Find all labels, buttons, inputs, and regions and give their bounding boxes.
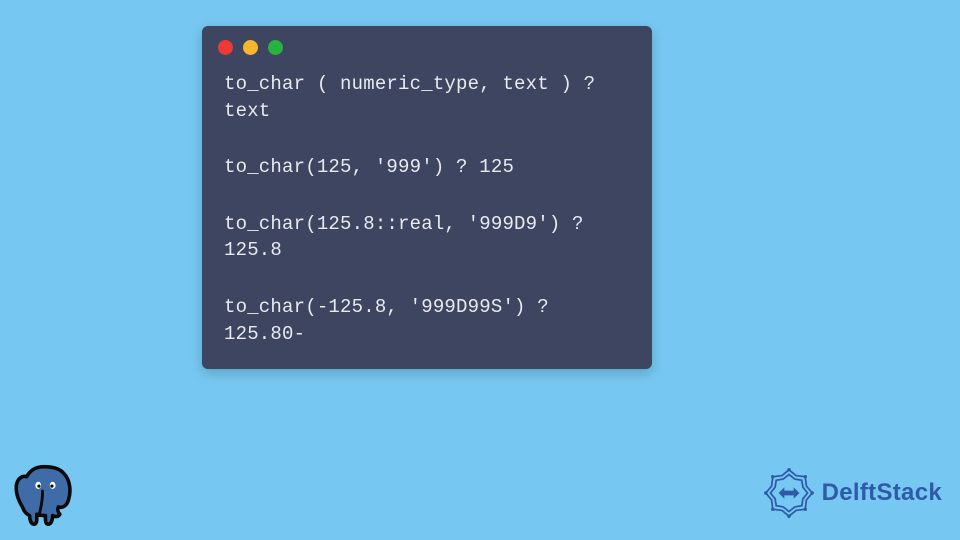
code-line: to_char(125, '999') ? 125 [224,154,630,181]
code-line: to_char ( numeric_type, text ) ? text [224,71,630,124]
delftstack-icon [760,464,818,522]
close-icon [218,40,233,55]
code-line: to_char(125.8::real, '999D9') ? 125.8 [224,211,630,264]
postgresql-elephant-icon [8,458,80,530]
code-window: to_char ( numeric_type, text ) ? text to… [202,26,652,369]
code-line: to_char(-125.8, '999D99S') ? 125.80- [224,294,630,347]
code-body: to_char ( numeric_type, text ) ? text to… [202,65,652,347]
brand-name: DelftStack [822,479,942,507]
minimize-icon [243,40,258,55]
window-titlebar [202,26,652,65]
brand-logo: DelftStack [760,464,942,522]
maximize-icon [268,40,283,55]
